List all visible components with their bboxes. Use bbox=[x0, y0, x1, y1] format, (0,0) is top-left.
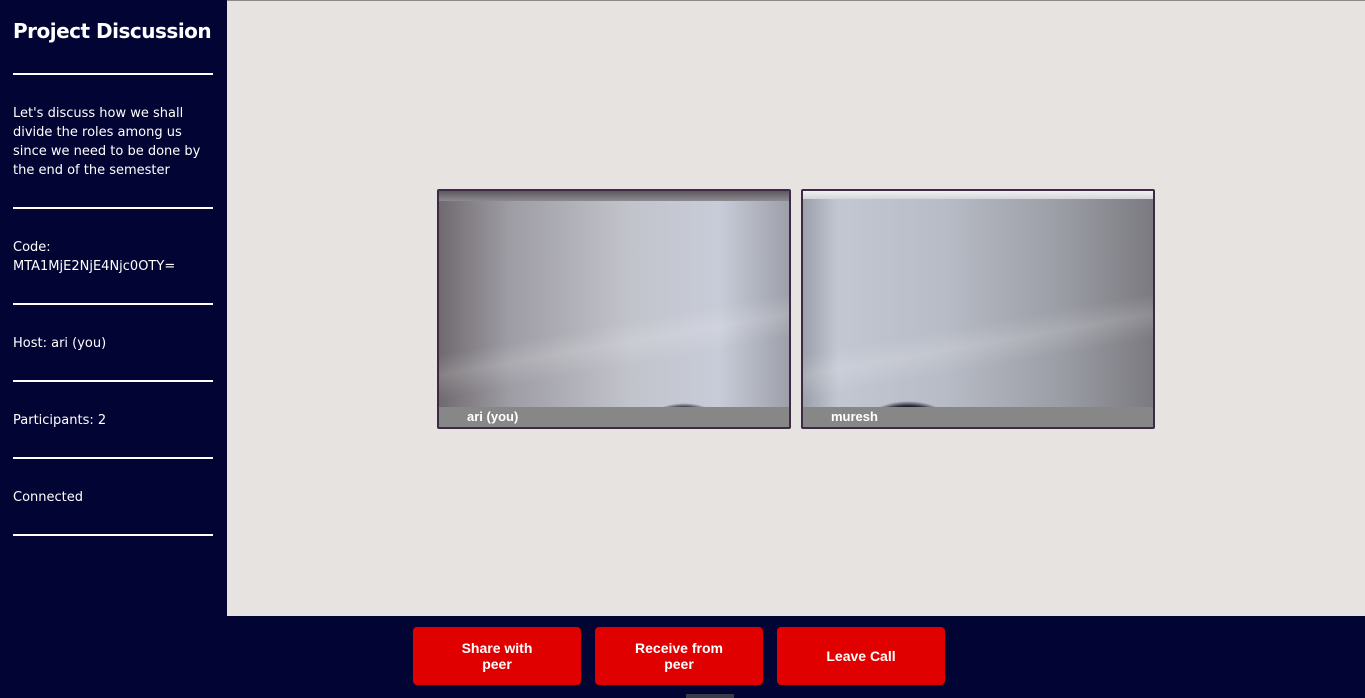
host-info: Host: ari (you) bbox=[13, 336, 107, 351]
divider bbox=[13, 303, 213, 305]
meeting-title: Project Discussion bbox=[13, 19, 212, 43]
meeting-code-label: Code: bbox=[13, 240, 51, 255]
drag-handle[interactable] bbox=[686, 694, 734, 698]
connection-status: Connected bbox=[13, 490, 84, 505]
share-with-peer-button[interactable]: Share with peer bbox=[413, 627, 581, 685]
meeting-code-value[interactable]: MTA1MjE2NjE4Njc0OTY= bbox=[13, 257, 213, 276]
video-feed bbox=[803, 191, 1153, 427]
video-tile-self[interactable]: ari (you) bbox=[437, 189, 791, 429]
receive-from-peer-button[interactable]: Receive from peer bbox=[595, 627, 763, 685]
divider bbox=[13, 534, 213, 536]
divider bbox=[13, 207, 213, 209]
divider bbox=[13, 73, 213, 75]
leave-call-button[interactable]: Leave Call bbox=[777, 627, 945, 685]
sidebar: Project Discussion Let's discuss how we … bbox=[0, 0, 227, 616]
divider bbox=[13, 380, 213, 382]
meeting-description: Let's discuss how we shall divide the ro… bbox=[13, 106, 201, 178]
divider bbox=[13, 457, 213, 459]
participant-name: ari (you) bbox=[439, 407, 789, 427]
video-stage: ari (you) muresh bbox=[227, 1, 1365, 616]
video-tile-peer[interactable]: muresh bbox=[801, 189, 1155, 429]
participant-name: muresh bbox=[803, 407, 1153, 427]
video-feed bbox=[439, 191, 789, 427]
participants-count: Participants: 2 bbox=[13, 413, 107, 428]
